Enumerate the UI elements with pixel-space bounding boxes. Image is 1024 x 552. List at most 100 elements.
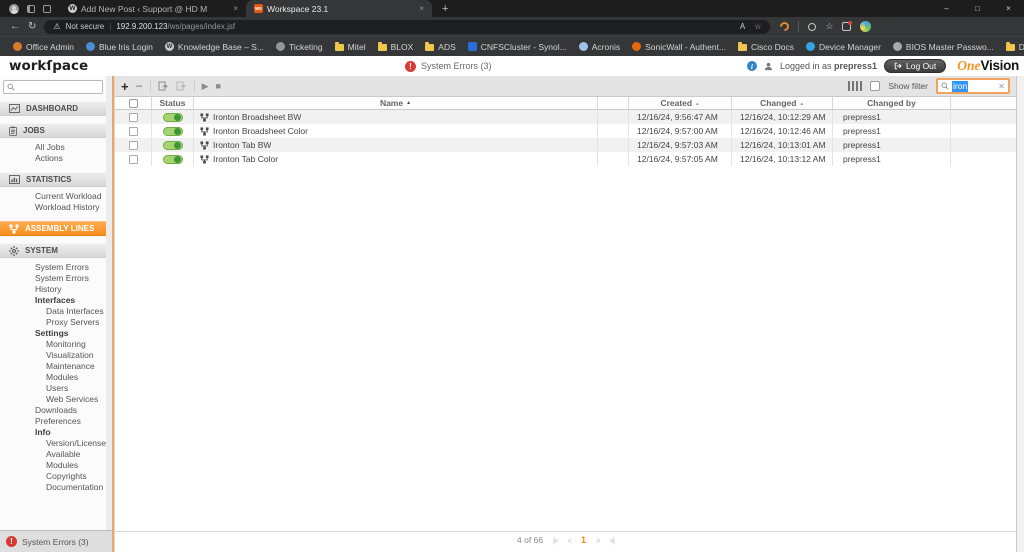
browser-profile-avatar[interactable] xyxy=(9,3,19,14)
show-filter-checkbox[interactable] xyxy=(870,81,881,91)
remove-button[interactable]: − xyxy=(136,80,143,92)
window-close-button[interactable] xyxy=(993,0,1024,17)
next-page-button[interactable] xyxy=(596,536,599,545)
sidebar-item-actions[interactable]: Actions xyxy=(0,153,106,164)
table-row[interactable]: Ironton Broadsheet Color 12/16/24, 9:57:… xyxy=(115,124,1016,138)
back-icon[interactable]: ← xyxy=(10,21,20,32)
favorite-star-icon[interactable]: ☆ xyxy=(754,22,761,31)
sidebar-section-statistics[interactable]: STATISTICS xyxy=(0,172,106,187)
status-toggle-on[interactable] xyxy=(162,126,183,136)
row-checkbox[interactable] xyxy=(128,126,138,136)
table-search-input[interactable]: iron xyxy=(936,78,1010,94)
profile-picture[interactable] xyxy=(860,21,872,32)
sidebar-item-current-workload[interactable]: Current Workload xyxy=(0,191,106,202)
status-toggle-on[interactable] xyxy=(162,140,183,150)
browser-essentials-icon[interactable] xyxy=(808,22,817,31)
bookmark-item[interactable]: Office Admin xyxy=(7,42,80,52)
extensions-icon[interactable] xyxy=(842,21,853,31)
sidebar-item-system-errors-history[interactable]: System Errors History xyxy=(0,273,106,295)
bookmark-item[interactable]: Dell xyxy=(1000,41,1024,52)
info-icon[interactable] xyxy=(746,61,757,71)
sidebar-item-web-services[interactable]: Web Services xyxy=(0,394,106,405)
export-icon[interactable] xyxy=(176,81,187,92)
column-header-created[interactable]: Created xyxy=(629,97,732,109)
bookmark-item[interactable]: Acronis xyxy=(573,42,626,52)
workspaces-icon[interactable] xyxy=(27,4,35,13)
sidebar-item-downloads[interactable]: Downloads xyxy=(0,405,106,416)
sidebar-search-input[interactable] xyxy=(18,82,98,92)
page-scrollbar-track[interactable] xyxy=(1017,76,1024,552)
read-aloud-icon[interactable]: A xyxy=(740,22,745,31)
tab-close-icon[interactable] xyxy=(419,4,424,13)
bookmark-item[interactable]: Cisco Docs xyxy=(732,41,800,52)
sidebar-item-proxy-servers[interactable]: Proxy Servers xyxy=(0,317,106,328)
start-icon[interactable]: ▶ xyxy=(202,81,209,91)
add-button[interactable]: + xyxy=(121,80,129,93)
sidebar-item-monitoring[interactable]: Monitoring xyxy=(0,339,106,350)
browser-tab-workspace[interactable]: Workspace 23.1 xyxy=(246,0,432,17)
bookmark-item[interactable]: Mitel xyxy=(329,41,372,52)
sidebar-item-workload-history[interactable]: Workload History xyxy=(0,202,106,213)
bookmark-item[interactable]: Device Manager xyxy=(800,42,887,52)
sidebar-item-users[interactable]: Users xyxy=(0,383,106,394)
browser-tab-wordpress[interactable]: Add New Post ‹ Support @ HD M xyxy=(60,0,246,17)
bookmark-item[interactable]: BIOS Master Passwo... xyxy=(887,42,1000,52)
last-page-button[interactable] xyxy=(609,536,614,545)
sidebar-item-copyrights[interactable]: Copyrights xyxy=(0,471,106,482)
log-out-button[interactable]: Log Out xyxy=(884,59,947,73)
clear-search-icon[interactable] xyxy=(998,82,1005,91)
table-row[interactable]: Ironton Broadsheet BW 12/16/24, 9:56:47 … xyxy=(115,110,1016,124)
sidebar-item-version-licenses[interactable]: Version/Licenses xyxy=(0,438,106,449)
tab-actions-icon[interactable] xyxy=(43,4,51,13)
column-header-status[interactable]: Status xyxy=(152,97,194,109)
column-header-changed[interactable]: Changed xyxy=(732,97,833,109)
bookmark-item[interactable]: Blue Iris Login xyxy=(80,42,159,52)
bookmark-item[interactable]: BLOX xyxy=(372,41,420,52)
current-page-button[interactable]: 1 xyxy=(581,535,586,545)
sidebar-section-jobs[interactable]: JOBS xyxy=(0,123,106,138)
sidebar-item-preferences[interactable]: Preferences xyxy=(0,416,106,427)
sidebar-search[interactable] xyxy=(3,80,103,94)
new-tab-button[interactable] xyxy=(442,3,448,15)
row-checkbox[interactable] xyxy=(128,112,138,122)
column-header-name[interactable]: Name xyxy=(194,97,598,109)
sidebar-item-data-interfaces[interactable]: Data Interfaces xyxy=(0,306,106,317)
stop-icon[interactable]: ■ xyxy=(216,81,221,91)
bookmark-item[interactable]: Ticketing xyxy=(270,42,329,52)
copilot-icon[interactable] xyxy=(778,20,792,33)
row-checkbox[interactable] xyxy=(128,140,138,150)
bookmark-item[interactable]: Knowledge Base – S... xyxy=(159,42,270,52)
sidebar-item-system-errors[interactable]: System Errors xyxy=(0,262,106,273)
duplicate-icon[interactable] xyxy=(158,81,169,92)
sidebar-section-system[interactable]: SYSTEM xyxy=(0,243,106,258)
bookmark-item[interactable]: SonicWall - Authent... xyxy=(626,42,732,52)
refresh-icon[interactable]: ↻ xyxy=(28,21,36,32)
select-all-checkbox[interactable] xyxy=(128,98,138,108)
table-row[interactable]: Ironton Tab BW 12/16/24, 9:57:03 AM 12/1… xyxy=(115,138,1016,152)
window-minimize-button[interactable] xyxy=(931,0,962,17)
sidebar-section-assembly-lines[interactable]: ASSEMBLY LINES xyxy=(0,221,106,236)
url-field[interactable]: ⚠ Not secure | 192.9.200.123/ws/pages/in… xyxy=(44,19,771,34)
window-maximize-button[interactable] xyxy=(962,0,993,17)
favorites-bar-icon[interactable]: ☆ xyxy=(825,21,833,32)
status-toggle-on[interactable] xyxy=(162,154,183,164)
previous-page-button[interactable] xyxy=(568,536,571,545)
column-header-changed-by[interactable]: Changed by xyxy=(833,97,951,109)
row-checkbox[interactable] xyxy=(128,154,138,164)
sidebar-item-visualization[interactable]: Visualization xyxy=(0,350,106,361)
column-chooser-icon[interactable] xyxy=(848,81,863,91)
status-toggle-on[interactable] xyxy=(162,112,183,122)
system-errors-status-bar[interactable]: System Errors (3) xyxy=(0,530,112,552)
first-page-button[interactable] xyxy=(553,536,558,545)
sidebar-item-all-jobs[interactable]: All Jobs xyxy=(0,142,106,153)
system-errors-banner[interactable]: System Errors (3) xyxy=(405,56,492,76)
sidebar-item-modules[interactable]: Modules xyxy=(0,372,106,383)
bookmark-item[interactable]: CNFSCluster - Synol... xyxy=(462,42,573,52)
bookmark-item[interactable]: ADS xyxy=(419,41,461,52)
table-row[interactable]: Ironton Tab Color 12/16/24, 9:57:05 AM 1… xyxy=(115,152,1016,166)
sidebar-item-documentation[interactable]: Documentation xyxy=(0,482,106,493)
sidebar-item-maintenance[interactable]: Maintenance xyxy=(0,361,106,372)
sidebar-section-dashboard[interactable]: DASHBOARD xyxy=(0,101,106,116)
tab-close-icon[interactable] xyxy=(233,4,238,13)
sidebar-item-available-modules[interactable]: Available Modules xyxy=(0,449,106,471)
